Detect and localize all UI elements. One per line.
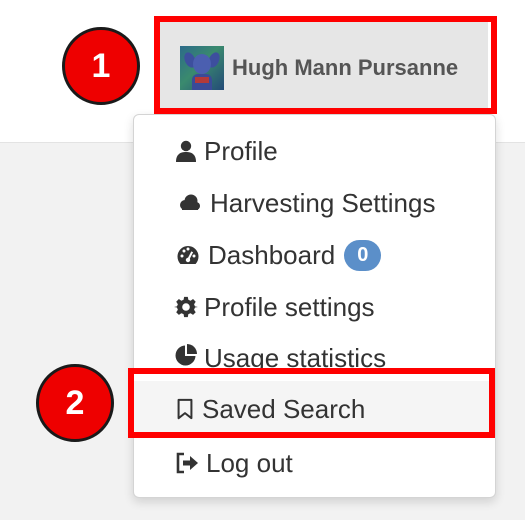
user-icon [176, 140, 196, 162]
menu-item-profile[interactable]: Profile [134, 125, 495, 177]
menu-item-label: Log out [206, 447, 293, 478]
step-marker-2: 2 [36, 364, 114, 442]
cloud-icon [180, 194, 200, 210]
menu-item-profile-settings[interactable]: Profile settings [134, 281, 495, 333]
user-name: Hugh Mann Pursanne [232, 55, 459, 80]
menu-item-saved-search[interactable]: Saved Search [134, 381, 495, 437]
sign-out-icon [176, 452, 198, 474]
menu-item-label: Dashboard [208, 239, 336, 270]
user-dropdown-menu: Profile Harvesting Settings Dashboard 0 … [133, 114, 496, 498]
dashboard-count-badge: 0 [344, 239, 382, 271]
gear-icon [174, 296, 198, 318]
menu-item-harvesting-settings[interactable]: Harvesting Settings [134, 177, 495, 229]
menu-item-label: Harvesting Settings [210, 187, 436, 218]
menu-item-log-out[interactable]: Log out [134, 437, 495, 489]
menu-item-label: Profile [204, 135, 278, 166]
dashboard-icon [177, 246, 199, 264]
avatar [180, 46, 224, 90]
menu-item-label: Saved Search [202, 393, 366, 424]
pie-chart-icon [175, 344, 197, 366]
menu-item-dashboard[interactable]: Dashboard 0 [134, 229, 495, 281]
menu-item-usage-statistics[interactable]: Usage statistics [134, 333, 495, 373]
user-menu-toggle[interactable]: Hugh Mann Pursanne [160, 22, 488, 108]
menu-item-label: Profile settings [204, 291, 375, 322]
step-marker-1: 1 [62, 27, 140, 105]
menu-item-label: Usage statistics [204, 343, 387, 373]
bookmark-icon [177, 398, 193, 420]
